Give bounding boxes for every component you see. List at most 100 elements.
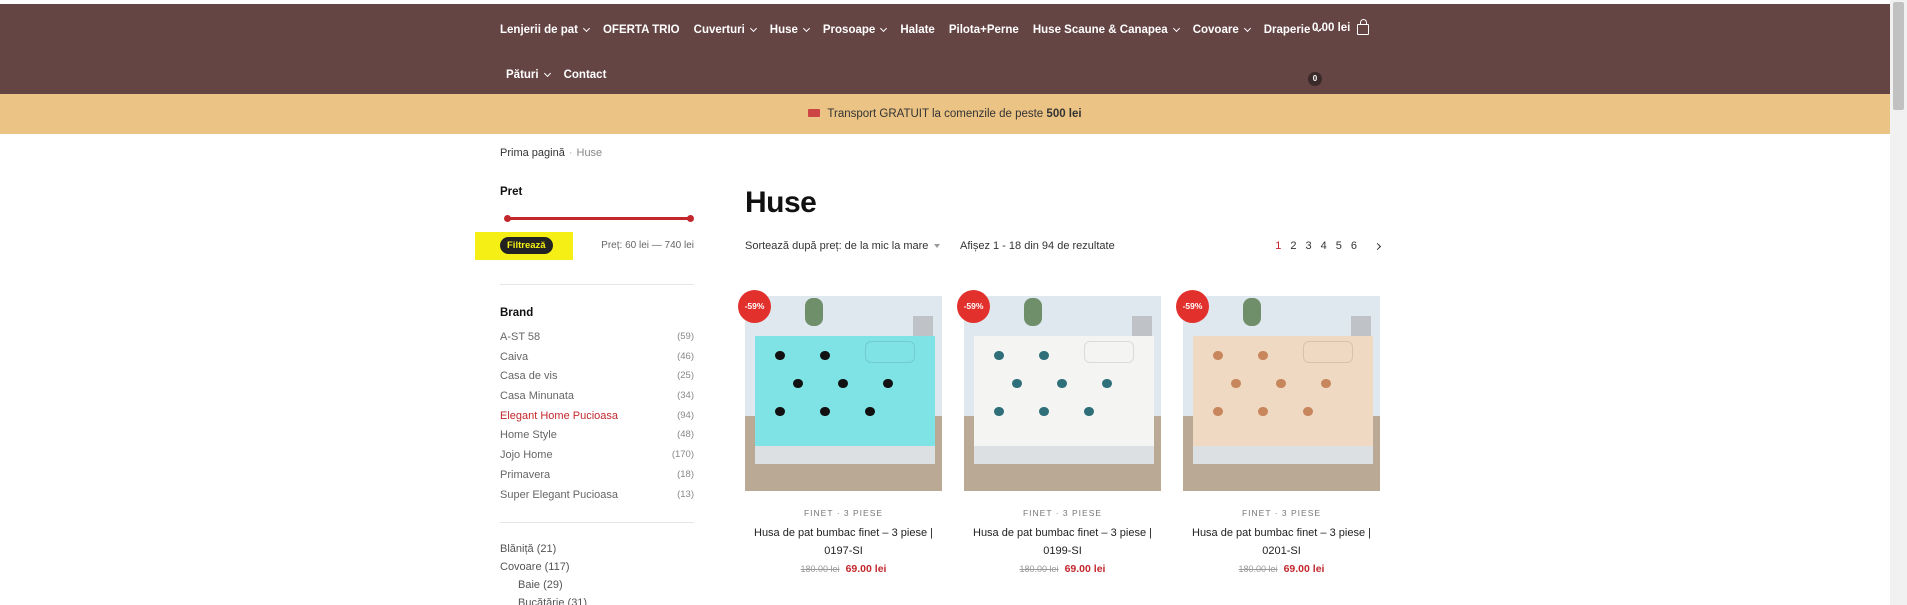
scrollbar-thumb[interactable]	[1893, 2, 1904, 110]
image-pattern-mark	[1231, 379, 1241, 388]
product-image[interactable]	[964, 296, 1161, 491]
page-link-3[interactable]: 3	[1306, 240, 1312, 252]
nav-item-label: Cuverturi	[693, 24, 745, 36]
brand-count: (170)	[671, 449, 694, 461]
sale-price: 69.00 lei	[1064, 563, 1106, 575]
discount-badge: -59%	[738, 290, 771, 323]
nav-item-cuverturi[interactable]: Cuverturi	[693, 24, 757, 36]
page-link-1[interactable]: 1	[1275, 240, 1281, 252]
page-link-5[interactable]: 5	[1336, 240, 1342, 252]
brand-item-super-elegant-pucioasa[interactable]: Super Elegant Pucioasa (13)	[500, 489, 694, 509]
category-item[interactable]: Blăniță (21)	[500, 543, 694, 561]
brand-name: Jojo Home	[500, 449, 553, 462]
nav-item-prosoape[interactable]: Prosoape	[823, 24, 888, 36]
breadcrumb-home[interactable]: Prima pagină	[500, 147, 565, 159]
brand-item-jojo-home[interactable]: Jojo Home (170)	[500, 449, 694, 469]
image-bed-frame	[755, 446, 935, 464]
brand-item-casa-de-vis[interactable]: Casa de vis (25)	[500, 370, 694, 390]
image-plant	[1243, 298, 1261, 326]
product-title-line: Husa de pat bumbac finet – 3 piese |	[973, 527, 1152, 539]
sale-price: 69.00 lei	[845, 563, 887, 575]
product-title[interactable]: Husa de pat bumbac finet – 3 piese | 0199…	[964, 524, 1161, 560]
promo-threshold: 500 lei	[1046, 108, 1082, 120]
price-slider[interactable]	[500, 206, 694, 230]
page-link-2[interactable]: 2	[1290, 240, 1296, 252]
breadcrumb: Prima pagină · Huse	[500, 147, 602, 159]
filter-button[interactable]: Filtrează	[500, 237, 553, 254]
nav-item-label: Pilota+Perne	[948, 24, 1019, 36]
image-pattern-mark	[994, 407, 1004, 416]
product-card[interactable]: -59% FINET · 3 PIESE Husa de pat bumbac fi…	[738, 290, 942, 575]
product-image[interactable]	[745, 296, 942, 491]
brand-item-primavera[interactable]: Primavera (18)	[500, 469, 694, 489]
brand-name: Casa de vis	[500, 370, 558, 383]
old-price: 180.00 lei	[1238, 564, 1278, 574]
brand-item-caiva[interactable]: Caiva (46)	[500, 351, 694, 371]
image-pattern-mark	[1213, 407, 1223, 416]
pagination: 123456	[1266, 240, 1382, 252]
nav-item-pilota-perne[interactable]: Pilota+Perne	[949, 24, 1019, 36]
image-pattern-mark	[775, 407, 785, 416]
image-pattern-mark	[1084, 407, 1094, 416]
brand-item-elegant-home-pucioasa[interactable]: Elegant Home Pucioasa (94)	[500, 410, 694, 430]
brand-name: Home Style	[500, 429, 557, 442]
nav-item-huse-scaune-canapea[interactable]: Huse Scaune & Canapea	[1032, 24, 1180, 36]
product-category[interactable]: FINET · 3 PIESE	[964, 508, 1161, 518]
category-item[interactable]: Baie (29)	[500, 579, 694, 597]
nav-item-label: Covoare	[1192, 24, 1239, 36]
image-pattern-mark	[1039, 351, 1049, 360]
category-item[interactable]: Bucătărie (31)	[500, 597, 694, 605]
product-category[interactable]: FINET · 3 PIESE	[745, 508, 942, 518]
nav-item-paturi[interactable]: Pături	[506, 69, 551, 81]
brand-count: (94)	[677, 409, 694, 421]
image-pattern-mark	[1102, 379, 1112, 388]
old-price: 180.00 lei	[800, 564, 840, 574]
product-category[interactable]: FINET · 3 PIESE	[1183, 508, 1380, 518]
page-link-4[interactable]: 4	[1321, 240, 1327, 252]
image-pattern-mark	[838, 379, 848, 388]
brand-count: (34)	[677, 390, 694, 402]
next-page-button[interactable]	[1366, 240, 1382, 252]
cart-button[interactable]: 0.00 lei	[1312, 18, 1370, 35]
breadcrumb-current: Huse	[576, 147, 603, 159]
product-title[interactable]: Husa de pat bumbac finet – 3 piese | 0197…	[745, 524, 942, 560]
image-pattern-mark	[793, 379, 803, 388]
promo-text: Transport GRATUIT la comenzile de peste	[827, 108, 1044, 120]
chevron-down-icon	[749, 24, 757, 33]
nav-item-oferta-trio[interactable]: OFERTA TRIO	[603, 24, 680, 36]
product-card[interactable]: -59% FINET · 3 PIESE Husa de pat bumbac fi…	[957, 290, 1161, 575]
product-price: 180.00 lei 69.00 lei	[745, 563, 942, 575]
nav-item-covoare[interactable]: Covoare	[1192, 24, 1251, 36]
image-pattern-mark	[1213, 351, 1223, 360]
product-title[interactable]: Husa de pat bumbac finet – 3 piese | 0201…	[1183, 524, 1380, 560]
page-link-6[interactable]: 6	[1351, 240, 1357, 252]
nav-item-lenjerii-de-pat[interactable]: Lenjerii de pat	[500, 24, 591, 36]
chevron-right-icon	[1373, 242, 1382, 251]
image-pattern-mark	[1321, 379, 1331, 388]
brand-item-casa-minunata[interactable]: Casa Minunata (34)	[500, 390, 694, 410]
product-image[interactable]	[1183, 296, 1380, 491]
category-item[interactable]: Covoare (117)	[500, 561, 694, 579]
price-range-label: Preț: 60 lei — 740 lei	[601, 240, 694, 251]
image-pattern-mark	[1276, 379, 1286, 388]
nav-item-label: Lenjerii de pat	[500, 24, 578, 36]
nav-item-contact[interactable]: Contact	[564, 69, 607, 81]
price-slider-max-handle[interactable]	[687, 215, 694, 222]
chevron-down-icon	[1172, 24, 1180, 33]
price-slider-min-handle[interactable]	[504, 215, 511, 222]
product-price: 180.00 lei 69.00 lei	[964, 563, 1161, 575]
nav-item-halate[interactable]: Halate	[900, 24, 935, 36]
breadcrumb-separator: ·	[568, 147, 573, 159]
nav-item-label: Huse Scaune & Canapea	[1032, 24, 1168, 36]
image-pattern-mark	[820, 407, 830, 416]
sort-select[interactable]: Sortează după preț: de la mic la mare	[745, 240, 941, 252]
discount-badge: -59%	[1176, 290, 1209, 323]
nav-item-huse[interactable]: Huse	[770, 24, 810, 36]
product-card[interactable]: -59% FINET · 3 PIESE Husa de pat bumbac fi…	[1176, 290, 1380, 575]
brand-item-a-st-58[interactable]: A-ST 58 (59)	[500, 331, 694, 351]
brand-item-home-style[interactable]: Home Style (48)	[500, 429, 694, 449]
image-pattern-mark	[1258, 407, 1268, 416]
brand-name: Elegant Home Pucioasa	[500, 409, 619, 422]
price-slider-track	[506, 217, 688, 220]
nav-row-primary: Lenjerii de pat OFERTA TRIO Cuverturi Huse P…	[500, 18, 1360, 42]
